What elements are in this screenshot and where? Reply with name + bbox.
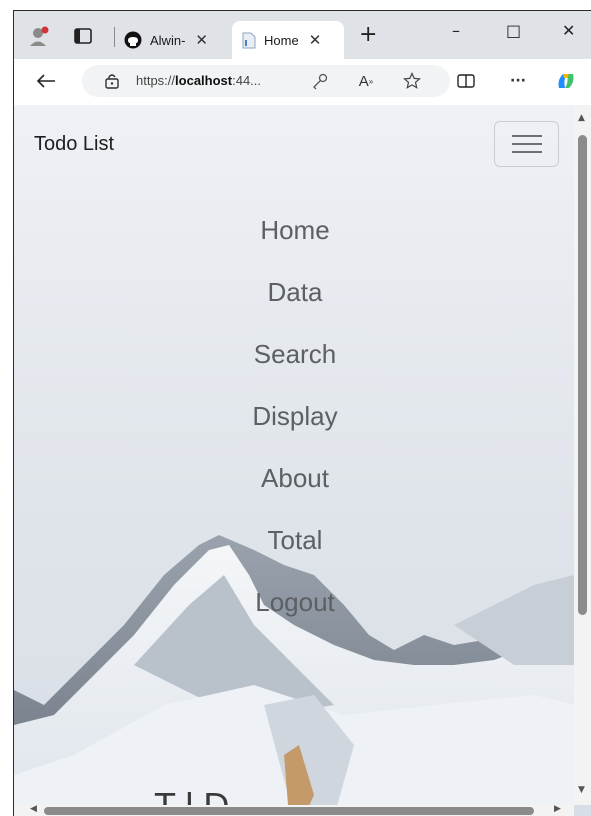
github-icon bbox=[124, 31, 142, 49]
vertical-scroll-thumb[interactable] bbox=[578, 135, 587, 615]
copilot-icon[interactable] bbox=[554, 69, 578, 93]
url-text: https://localhost:44... bbox=[136, 73, 261, 88]
site-info-icon[interactable] bbox=[100, 69, 124, 93]
close-tab-icon[interactable]: ✕ bbox=[195, 31, 208, 49]
split-screen-icon[interactable] bbox=[454, 69, 478, 93]
navbar-toggler-button[interactable] bbox=[494, 121, 559, 167]
navbar-brand[interactable]: Todo List bbox=[34, 133, 114, 156]
read-aloud-icon[interactable]: A» bbox=[354, 69, 378, 93]
hamburger-icon-bar bbox=[511, 143, 542, 145]
url-host: localhost bbox=[175, 73, 233, 88]
scroll-left-arrow-icon[interactable]: ◀ bbox=[30, 804, 37, 814]
url-field[interactable]: https://localhost:44... A» bbox=[82, 65, 450, 97]
tab-label: Alwin- bbox=[150, 32, 186, 48]
page-icon bbox=[242, 32, 256, 49]
browser-window: Alwin- ✕ Home ✕ + – □ ✕ https://localhos… bbox=[13, 10, 591, 816]
address-bar: https://localhost:44... A» ··· bbox=[14, 59, 591, 105]
back-arrow-icon[interactable] bbox=[34, 69, 58, 93]
scroll-right-arrow-icon[interactable]: ▶ bbox=[554, 804, 561, 814]
nav-link-search[interactable]: Search bbox=[14, 329, 576, 391]
tab-home[interactable]: Home ✕ bbox=[232, 21, 344, 59]
close-window-button[interactable]: ✕ bbox=[562, 21, 575, 40]
tab-actions-icon[interactable] bbox=[72, 25, 94, 47]
nav-link-display[interactable]: Display bbox=[14, 391, 576, 453]
page-viewport: Todo List Home Data Search Display About… bbox=[14, 105, 591, 816]
hamburger-icon-bar bbox=[511, 151, 542, 153]
url-scheme: https:// bbox=[136, 73, 176, 88]
nav-link-about[interactable]: About bbox=[14, 453, 576, 515]
nav-menu: Home Data Search Display About Total Log… bbox=[14, 205, 576, 639]
nav-link-home[interactable]: Home bbox=[14, 205, 576, 267]
maximize-button[interactable]: □ bbox=[506, 21, 521, 40]
url-rest: :44... bbox=[232, 73, 262, 88]
scroll-up-arrow-icon[interactable]: ▲ bbox=[578, 113, 585, 123]
new-tab-button[interactable]: + bbox=[359, 22, 377, 47]
vertical-scrollbar[interactable]: ▲ ▼ bbox=[574, 105, 591, 805]
close-tab-icon[interactable]: ✕ bbox=[309, 31, 322, 49]
horizontal-scroll-thumb[interactable] bbox=[44, 807, 534, 815]
nav-link-total[interactable]: Total bbox=[14, 515, 576, 577]
scroll-down-arrow-icon[interactable]: ▼ bbox=[578, 785, 585, 795]
tab-label: Home bbox=[264, 32, 299, 48]
nav-link-logout[interactable]: Logout bbox=[14, 577, 576, 639]
minimize-button[interactable]: – bbox=[452, 21, 460, 40]
favorite-star-icon[interactable] bbox=[400, 69, 424, 93]
password-key-icon[interactable] bbox=[308, 69, 332, 93]
tab-bar: Alwin- ✕ Home ✕ + – □ ✕ bbox=[14, 11, 591, 59]
horizontal-scrollbar[interactable]: ◀ ▶ bbox=[14, 804, 574, 816]
hamburger-icon-bar bbox=[511, 135, 542, 137]
tab-github[interactable]: Alwin- ✕ bbox=[124, 21, 229, 59]
more-options-icon[interactable]: ··· bbox=[506, 69, 530, 93]
tab-separator bbox=[114, 27, 115, 47]
nav-link-data[interactable]: Data bbox=[14, 267, 576, 329]
profile-icon[interactable] bbox=[28, 25, 50, 47]
